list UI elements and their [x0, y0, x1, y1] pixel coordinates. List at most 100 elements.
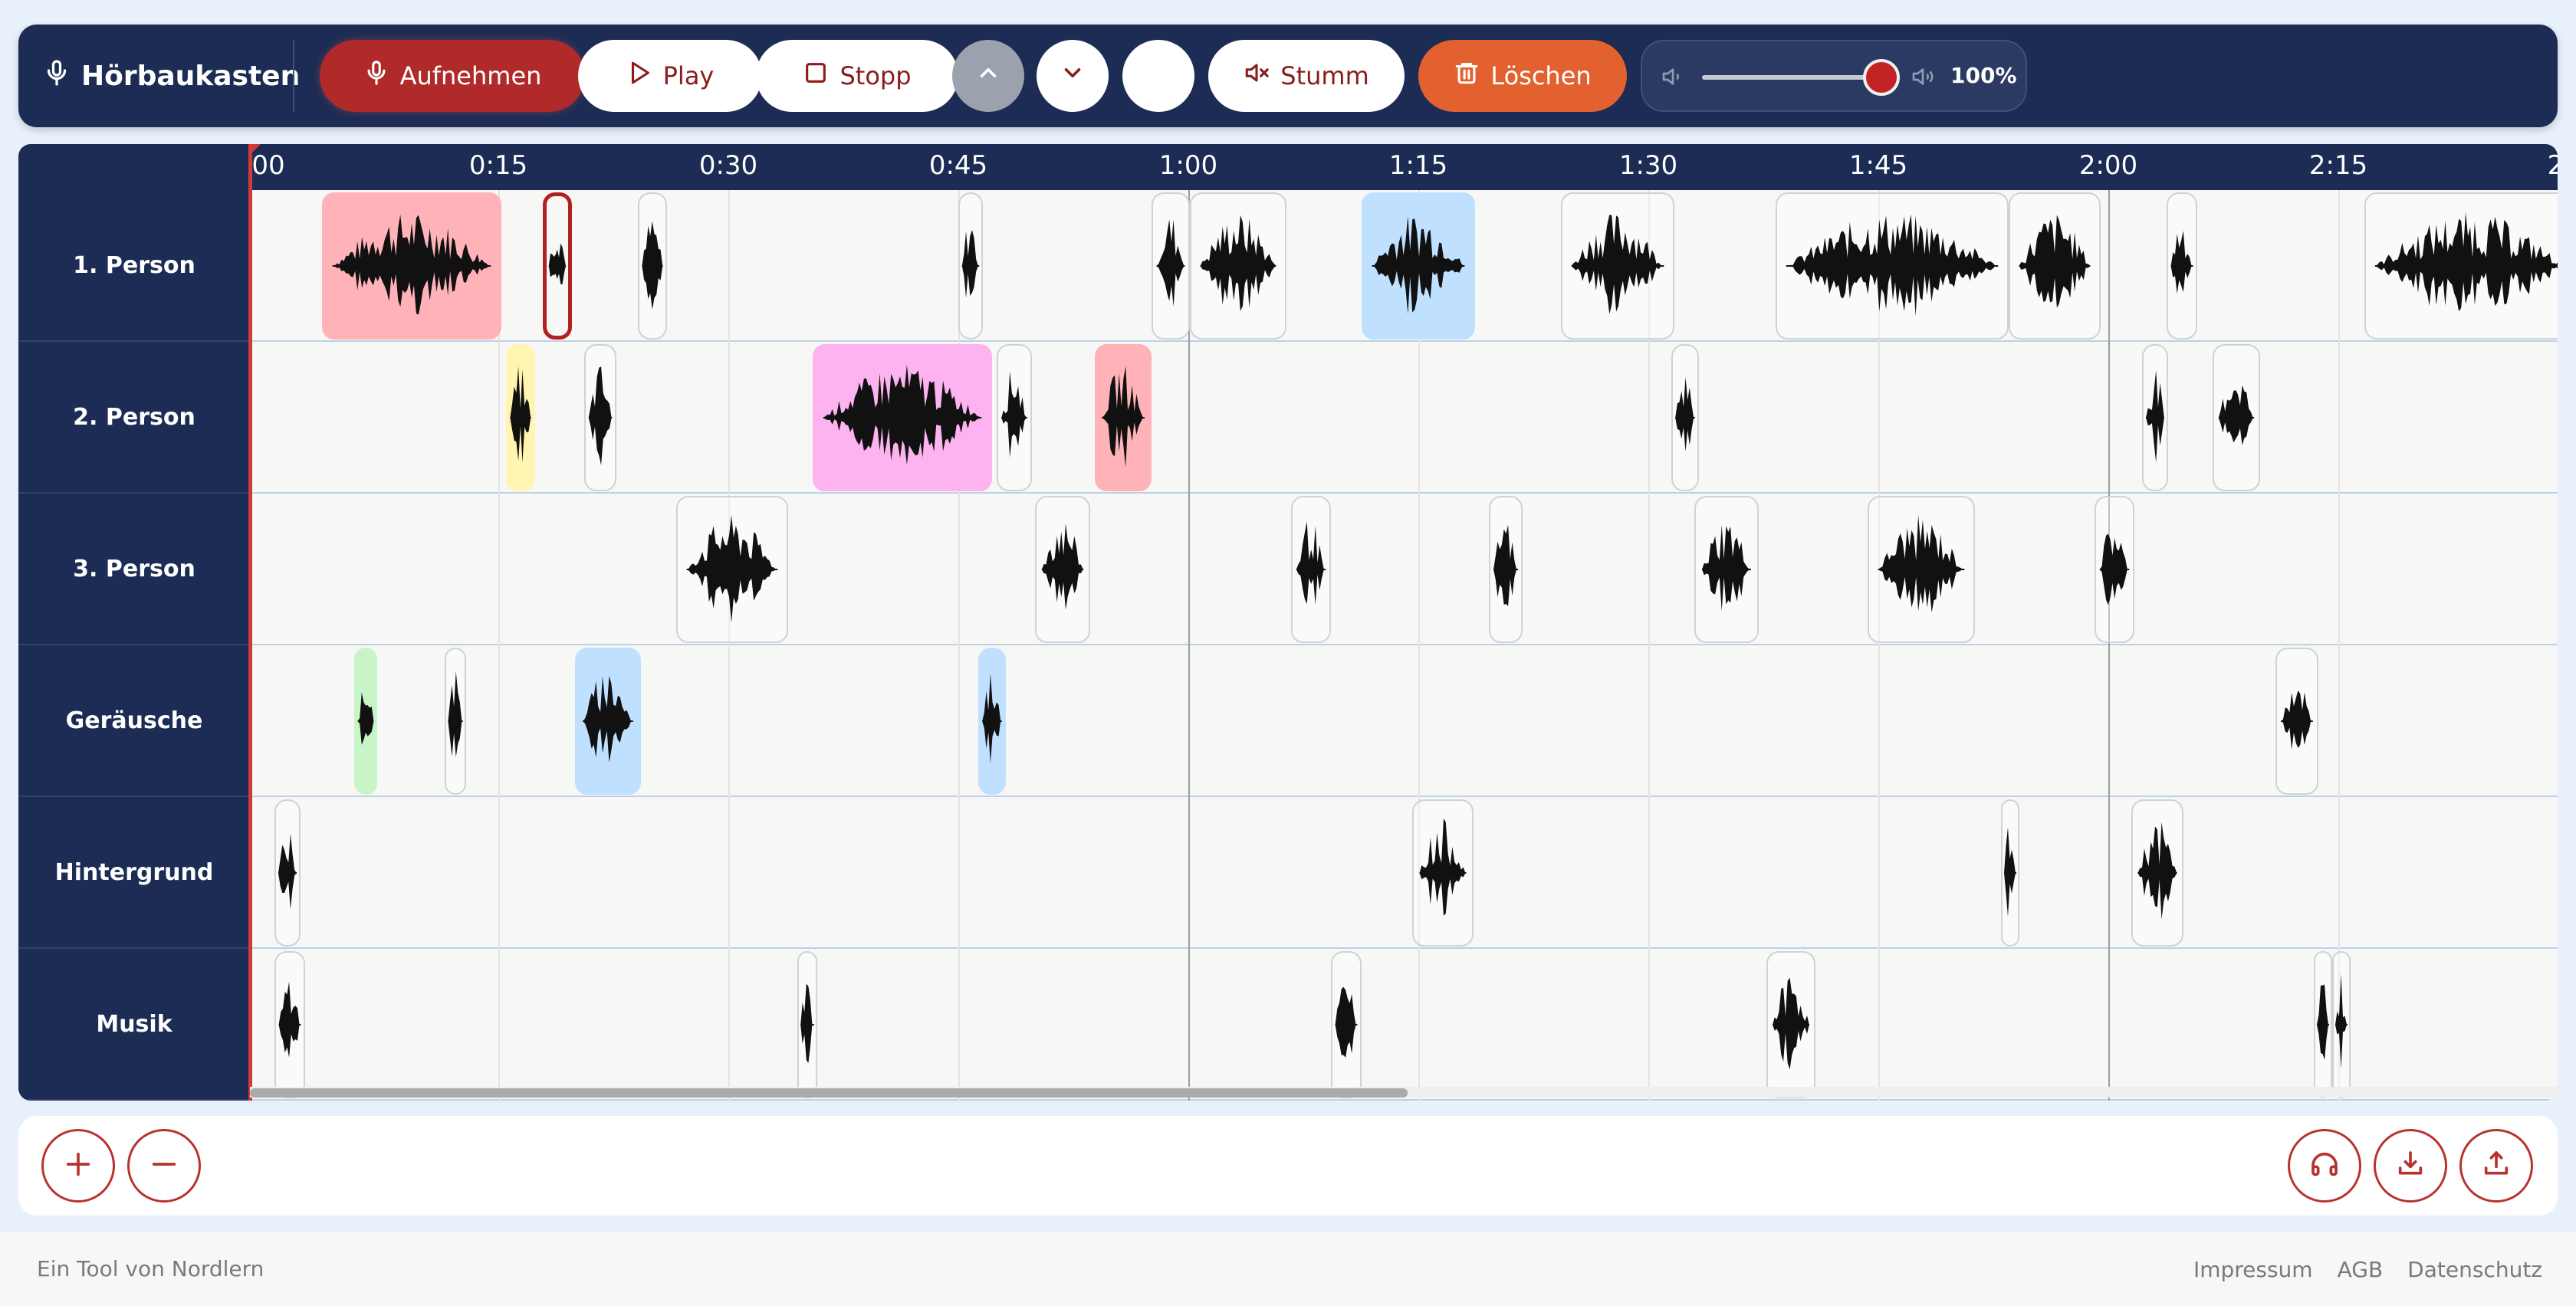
delete-button[interactable]: Löschen [1418, 40, 1627, 112]
track-label[interactable]: 3. Person [18, 494, 250, 645]
audio-clip[interactable] [2001, 799, 2019, 947]
record-button[interactable]: Aufnehmen [320, 40, 585, 112]
audio-clip[interactable] [1035, 496, 1090, 643]
audio-clip[interactable] [2364, 192, 2558, 340]
audio-clip[interactable] [2275, 648, 2318, 795]
waveform-shape [1571, 215, 1664, 314]
time-ruler[interactable]: 000:150:300:451:001:151:301:452:002:152:… [250, 144, 2558, 190]
audio-clip[interactable] [584, 344, 616, 491]
move-up-button[interactable] [952, 40, 1024, 112]
audio-clip[interactable] [445, 648, 466, 795]
delete-button-label: Löschen [1490, 61, 1592, 90]
timeline-scrollbar[interactable] [250, 1087, 2558, 1098]
ruler-tick-label: 2:3 [2547, 150, 2558, 181]
add-track-button[interactable] [41, 1129, 115, 1203]
audio-clip[interactable] [1362, 192, 1475, 340]
audio-clip[interactable] [1489, 496, 1523, 643]
waveform [2281, 690, 2313, 750]
waveform [2218, 385, 2255, 446]
audio-clip[interactable] [2142, 344, 2168, 491]
track-label[interactable]: Geräusche [18, 645, 250, 797]
waveform-shape [1156, 219, 1184, 307]
stop-button[interactable]: Stopp [756, 40, 958, 112]
waveform-shape [357, 692, 374, 745]
stop-icon [803, 60, 829, 92]
audio-clip[interactable] [813, 344, 992, 491]
audio-clip[interactable] [575, 648, 641, 795]
audio-clip[interactable] [354, 648, 377, 795]
waveform-shape [583, 676, 632, 763]
track-label[interactable]: Musik [18, 949, 250, 1101]
audio-clip[interactable] [2131, 799, 2183, 947]
audio-clip[interactable] [1671, 344, 1699, 491]
waveform-shape [2137, 822, 2177, 920]
download-button[interactable] [2374, 1129, 2447, 1203]
audio-clip[interactable] [1152, 192, 1190, 340]
waveform [982, 673, 1002, 763]
playhead[interactable] [248, 144, 252, 1101]
audio-clip[interactable] [1291, 496, 1331, 643]
headphones-button[interactable] [2288, 1129, 2361, 1203]
upload-button[interactable] [2459, 1129, 2533, 1203]
waveform [1041, 523, 1084, 610]
waveform-shape [2004, 827, 2016, 917]
volume-slider-track[interactable] [1702, 75, 1880, 80]
stop-button-label: Stopp [840, 61, 912, 90]
audio-clip[interactable] [2009, 192, 2101, 340]
mute-button[interactable]: Stumm [1208, 40, 1405, 112]
waveform [278, 833, 297, 910]
audio-clip[interactable] [2332, 951, 2351, 1098]
track-label[interactable]: Hintergrund [18, 797, 250, 949]
waveform-shape [1041, 523, 1083, 610]
audio-clip[interactable] [1095, 344, 1152, 491]
audio-clip[interactable] [506, 344, 535, 491]
audio-clip[interactable] [797, 951, 817, 1098]
audio-clip[interactable] [274, 799, 301, 947]
footer-link-agb[interactable]: AGB [2338, 1257, 2384, 1282]
track-lane[interactable] [250, 949, 2558, 1101]
waveform-shape [1878, 514, 1963, 613]
audio-clip[interactable] [997, 344, 1032, 491]
audio-clip[interactable] [676, 496, 788, 643]
track-lane[interactable] [250, 494, 2558, 645]
footer-link-datenschutz[interactable]: Datenschutz [2407, 1257, 2542, 1282]
empty-button[interactable] [1122, 40, 1194, 112]
timeline-scrollbar-thumb[interactable] [250, 1088, 1408, 1098]
audio-clip[interactable] [2314, 951, 2332, 1098]
audio-clip[interactable] [322, 192, 501, 340]
track-lane[interactable] [250, 797, 2558, 949]
audio-clip[interactable] [1694, 496, 1759, 643]
audio-clip[interactable] [638, 192, 667, 340]
audio-clip[interactable] [1412, 799, 1474, 947]
audio-clip[interactable] [1331, 951, 1362, 1098]
track-label[interactable]: 2. Person [18, 342, 250, 494]
audio-clip[interactable] [1190, 192, 1286, 340]
track-lanes [250, 190, 2558, 1101]
track-label[interactable]: 1. Person [18, 190, 250, 342]
waveform [2170, 231, 2193, 294]
waveform-shape [2146, 370, 2164, 463]
waveform-shape [1001, 371, 1027, 458]
play-button[interactable]: Play [578, 40, 762, 112]
remove-track-button[interactable] [127, 1129, 201, 1203]
waveform [1786, 214, 1999, 317]
audio-clip[interactable] [2213, 344, 2260, 491]
audio-clip[interactable] [1868, 496, 1975, 643]
move-down-button[interactable] [1037, 40, 1109, 112]
ruler-tick-label: 1:00 [1158, 150, 1218, 181]
ruler-tick-label: 0:45 [928, 150, 988, 181]
audio-clip[interactable] [2095, 496, 2134, 643]
audio-clip[interactable] [2167, 192, 2197, 340]
playhead-handle[interactable] [248, 144, 261, 156]
waveform [332, 215, 491, 315]
footer-link-impressum[interactable]: Impressum [2193, 1257, 2313, 1282]
audio-clip-selected[interactable] [543, 192, 572, 340]
audio-clip[interactable] [958, 192, 983, 340]
audio-clip[interactable] [274, 951, 305, 1098]
audio-clip[interactable] [1561, 192, 1674, 340]
audio-clip[interactable] [1776, 192, 2009, 340]
volume-slider-thumb[interactable] [1863, 59, 1900, 96]
waveform [548, 243, 567, 285]
audio-clip[interactable] [1766, 951, 1815, 1098]
audio-clip[interactable] [978, 648, 1006, 795]
